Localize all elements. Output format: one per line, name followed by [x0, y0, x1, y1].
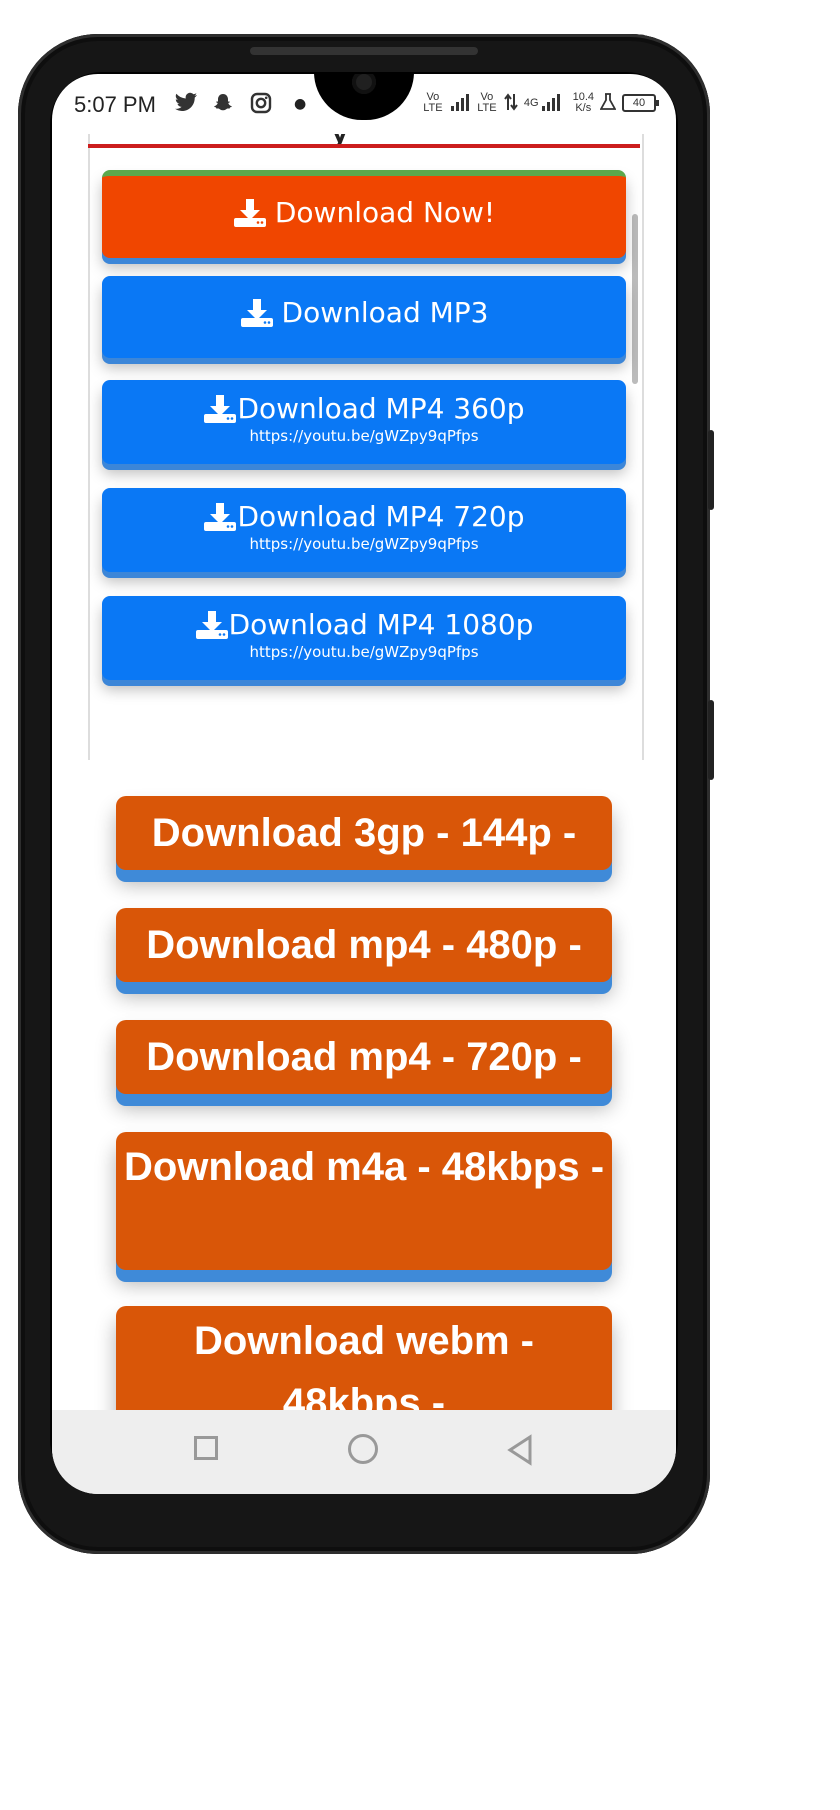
download-now-button[interactable]: Download Now!	[102, 170, 626, 258]
download-mp4-1080-button[interactable]: Download MP4 1080p https://youtu.be/gWZp…	[102, 596, 626, 680]
data-arrows-icon	[504, 92, 518, 114]
back-icon[interactable]	[506, 1434, 534, 1466]
download-mp4-360-label-row: Download MP4 360p	[102, 392, 626, 425]
download-icon	[195, 610, 228, 639]
status-right-icons: Vo LTE Vo LTE 4G 10.4 K/s 40	[422, 91, 659, 114]
volume-button	[708, 430, 714, 510]
download-mp4-1080-label-row: Download MP4 1080p	[102, 608, 626, 641]
download-icon	[204, 394, 237, 423]
twitter-icon	[174, 92, 198, 119]
download-icon	[204, 502, 237, 531]
dot-icon: ●	[294, 96, 307, 112]
battery-icon: 40	[622, 94, 659, 112]
download-3gp-144p-button[interactable]: Download 3gp - 144p -	[116, 796, 612, 870]
volte-icon: Vo LTE	[423, 91, 443, 114]
download-now-label-row: Download Now!	[102, 196, 626, 229]
volte-icon-2: Vo LTE	[477, 91, 497, 114]
download-mp4-720p-button[interactable]: Download mp4 - 720p -	[116, 1020, 612, 1094]
download-mp3-label: Download MP3	[281, 296, 489, 329]
lab-flask-icon	[599, 92, 617, 114]
recents-icon[interactable]	[194, 1436, 218, 1460]
snapchat-icon	[212, 92, 234, 119]
earpiece-speaker	[250, 47, 478, 55]
download-mp4-360-label: Download MP4 360p	[237, 392, 525, 425]
instagram-icon	[250, 92, 272, 119]
network-type-label: 4G	[523, 96, 539, 109]
page-content[interactable]: y Download Now! Download MP3 Download MP…	[52, 134, 676, 1410]
download-mp3-button[interactable]: Download MP3	[102, 276, 626, 358]
download-icon	[240, 298, 273, 327]
video-url: https://youtu.be/gWZpy9qPfps	[249, 643, 479, 661]
net-speed-unit: K/s	[575, 102, 592, 114]
download-webm-48kbps-button[interactable]: Download webm - 48kbps -	[116, 1306, 612, 1410]
download-icon	[233, 198, 266, 227]
signal-icon-2	[541, 93, 561, 114]
home-icon[interactable]	[348, 1434, 378, 1464]
video-url: https://youtu.be/gWZpy9qPfps	[249, 427, 479, 445]
download-m4a-48kbps-button[interactable]: Download m4a - 48kbps -	[116, 1132, 612, 1270]
download-mp4-360-button[interactable]: Download MP4 360p https://youtu.be/gWZpy…	[102, 380, 626, 464]
download-mp4-720-label-row: Download MP4 720p	[102, 500, 626, 533]
download-mp4-480p-button[interactable]: Download mp4 - 480p -	[116, 908, 612, 982]
title-underline	[88, 144, 640, 148]
net-speed: 10.4 K/s	[573, 92, 594, 114]
status-time: 5:07 PM	[74, 92, 156, 117]
scrollbar[interactable]	[632, 214, 638, 384]
download-now-label: Download Now!	[274, 196, 496, 229]
download-mp3-label-row: Download MP3	[102, 296, 626, 329]
power-button	[708, 700, 714, 780]
download-mp4-720-label: Download MP4 720p	[237, 500, 525, 533]
navigation-bar	[52, 1410, 676, 1494]
phone-screen: 5:07 PM ● Vo LTE Vo LTE 4G 10.4 K/s 40 y…	[52, 74, 676, 1494]
download-mp4-720-button[interactable]: Download MP4 720p https://youtu.be/gWZpy…	[102, 488, 626, 572]
video-url: https://youtu.be/gWZpy9qPfps	[249, 535, 479, 553]
download-mp4-1080-label: Download MP4 1080p	[228, 608, 534, 641]
signal-icon	[450, 93, 470, 114]
